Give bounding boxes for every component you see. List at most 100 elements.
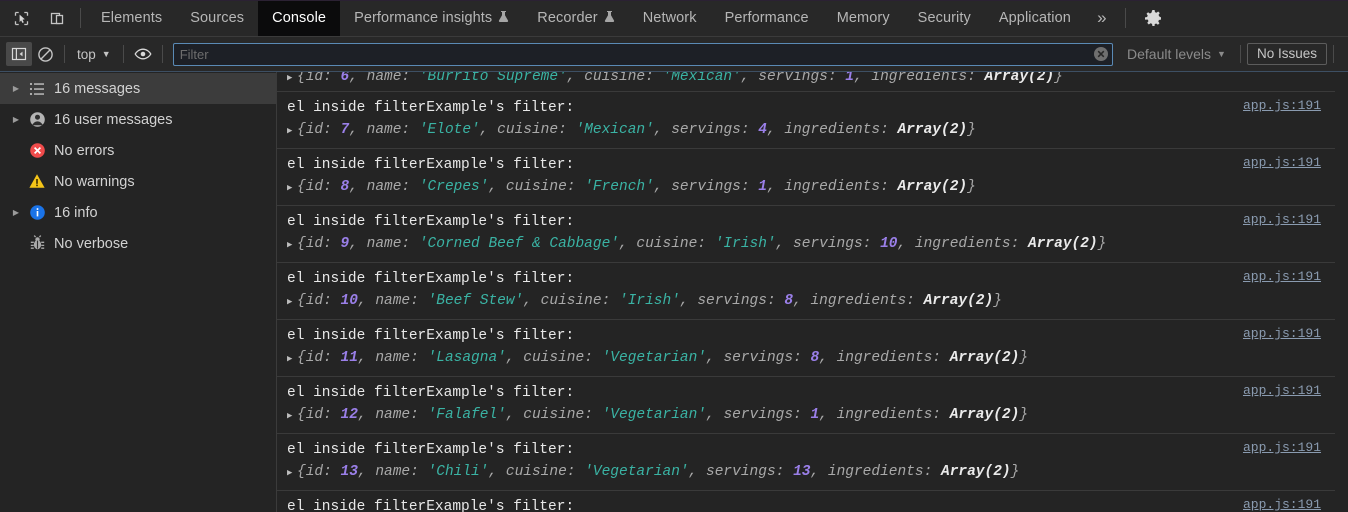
tab-performance-insights[interactable]: Performance insights	[340, 0, 523, 36]
expand-arrow-icon[interactable]: ▶	[8, 84, 24, 93]
expand-arrow-icon[interactable]: ▶	[8, 115, 24, 124]
tab-recorder[interactable]: Recorder	[523, 0, 628, 36]
value-name: 'Elote'	[418, 122, 480, 138]
sidebar-item-info[interactable]: ▶ 16 info	[0, 197, 276, 228]
key-name: name:	[366, 122, 411, 138]
console-message-text: el inside filterExample's filter:	[287, 271, 575, 287]
toolbar-divider-4	[1239, 45, 1241, 63]
object-preview[interactable]: ▶ {id: 13, name: 'Chili', cuisine: 'Veget…	[277, 461, 1335, 485]
object-preview[interactable]: ▶ {id: 7, name: 'Elote', cuisine: 'Mexica…	[277, 119, 1335, 143]
issues-button[interactable]: No Issues	[1246, 43, 1327, 65]
value-id: 6	[340, 72, 350, 85]
toggle-console-sidebar-icon[interactable]	[6, 42, 32, 66]
key-name: name:	[375, 464, 419, 480]
close-icon[interactable]	[1092, 45, 1110, 63]
tab-security[interactable]: Security	[904, 0, 985, 36]
expand-arrow-icon[interactable]: ▶	[287, 462, 297, 485]
expand-arrow-icon[interactable]: ▶	[287, 234, 297, 257]
list-icon	[24, 82, 50, 96]
object-close-brace: }	[1097, 236, 1107, 252]
object-preview[interactable]: ▶ {id: 10, name: 'Beef Stew', cuisine: 'I…	[277, 290, 1335, 314]
sidebar-item-warnings[interactable]: ▶ No warnings	[0, 166, 276, 197]
value-id: 7	[340, 122, 350, 138]
chevron-down-icon: ▼	[1217, 49, 1226, 59]
key-ingredients: ingredients:	[784, 122, 889, 138]
tabstrip-divider	[80, 8, 81, 28]
value-id: 12	[340, 407, 358, 423]
key-servings: servings:	[671, 179, 750, 195]
expand-arrow-icon[interactable]: ▶	[287, 405, 297, 428]
key-servings: servings:	[671, 122, 750, 138]
sidebar-item-messages[interactable]: ▶ 16 messages	[0, 73, 276, 104]
value-cuisine: 'French'	[584, 179, 654, 195]
more-tabs-icon[interactable]: »	[1085, 0, 1119, 36]
search-input[interactable]	[179, 46, 1092, 62]
tab-elements[interactable]: Elements	[87, 0, 176, 36]
source-link[interactable]: app.js:191	[1243, 98, 1321, 113]
console-log-row: el inside filterExample's filter: ▶ {id: 9…	[277, 206, 1335, 263]
object-close-brace: }	[1054, 72, 1063, 85]
gear-icon[interactable]	[1132, 0, 1176, 36]
expand-arrow-icon[interactable]: ▶	[287, 120, 297, 143]
clear-console-icon[interactable]	[32, 42, 58, 66]
object-preview[interactable]: ▶ {id: 6, name: 'Burrito Supreme', cuisin…	[277, 72, 1063, 90]
console-log-row: el inside filterExample's filter: ▶ {id: 8…	[277, 149, 1335, 206]
tab-label: Elements	[101, 10, 163, 26]
object-open-brace: {	[297, 464, 306, 480]
tab-performance[interactable]: Performance	[711, 0, 823, 36]
inspect-element-icon[interactable]	[8, 5, 34, 31]
tabstrip-divider-right	[1124, 8, 1126, 28]
console-scrollbar[interactable]	[1335, 72, 1348, 512]
tab-memory[interactable]: Memory	[823, 0, 904, 36]
live-expression-eye-icon[interactable]	[130, 42, 156, 66]
key-id: id:	[305, 236, 332, 252]
value-cuisine: 'Mexican'	[575, 122, 654, 138]
source-link[interactable]: app.js:191	[1243, 155, 1321, 170]
console-body: ▶ 16 messages ▶ 16 user messages No erro…	[0, 72, 1348, 512]
object-preview[interactable]: ▶ {id: 11, name: 'Lasagna', cuisine: 'Veg…	[277, 347, 1335, 371]
console-message-text: el inside filterExample's filter:	[287, 499, 575, 512]
object-preview[interactable]: ▶ {id: 8, name: 'Crepes', cuisine: 'Frenc…	[277, 176, 1335, 200]
expand-arrow-icon[interactable]: ▶	[287, 348, 297, 371]
source-link[interactable]: app.js:191	[1243, 497, 1321, 512]
value-cuisine: 'Mexican'	[662, 72, 741, 85]
object-preview[interactable]: ▶ {id: 12, name: 'Falafel', cuisine: 'Veg…	[277, 404, 1335, 428]
value-cuisine: 'Irish'	[619, 293, 680, 309]
source-link[interactable]: app.js:191	[1243, 326, 1321, 341]
expand-arrow-icon[interactable]: ▶	[8, 208, 24, 217]
sidebar-item-errors[interactable]: ▶ No errors	[0, 135, 276, 166]
expand-arrow-icon[interactable]: ▶	[287, 291, 297, 314]
source-link[interactable]: app.js:191	[1243, 212, 1321, 227]
value-id: 8	[340, 179, 350, 195]
tab-sources[interactable]: Sources	[176, 0, 258, 36]
execution-context-selector[interactable]: top ▼	[71, 43, 117, 65]
source-link[interactable]: app.js:191	[1243, 383, 1321, 398]
console-filter-box[interactable]	[172, 42, 1113, 66]
sidebar-item-label: No errors	[54, 142, 115, 159]
key-id: id:	[305, 122, 332, 138]
log-levels-selector[interactable]: Default levels ▼	[1119, 43, 1234, 65]
tab-console[interactable]: Console	[258, 0, 341, 36]
object-open-brace: {	[297, 72, 306, 85]
sidebar-item-label: No warnings	[54, 173, 135, 190]
tab-application[interactable]: Application	[985, 0, 1085, 36]
toolbar-divider-1	[64, 45, 65, 63]
value-name: 'Lasagna'	[427, 350, 506, 366]
tab-network[interactable]: Network	[629, 0, 711, 36]
value-ingredients: Array(2)	[1028, 236, 1098, 252]
object-preview[interactable]: ▶ {id: 9, name: 'Corned Beef & Cabbage', …	[277, 233, 1335, 257]
toolbar-divider-3	[161, 45, 163, 63]
expand-arrow-icon[interactable]: ▶	[287, 72, 297, 90]
sidebar-item-label: 16 info	[54, 204, 98, 221]
sidebar-item-verbose[interactable]: ▶ No verbose	[0, 228, 276, 259]
source-link[interactable]: app.js:191	[1243, 269, 1321, 284]
bug-icon	[24, 235, 50, 252]
device-toolbar-icon[interactable]	[44, 5, 70, 31]
console-log-row: el inside filterExample's filter: ▶ {id: 7…	[277, 92, 1335, 149]
console-toolbar: top ▼ Default levels ▼ No Is	[0, 37, 1348, 72]
expand-arrow-icon[interactable]: ▶	[287, 177, 297, 200]
source-link[interactable]: app.js:191	[1243, 440, 1321, 455]
sidebar-item-user-messages[interactable]: ▶ 16 user messages	[0, 104, 276, 135]
value-name: 'Corned Beef & Cabbage'	[418, 236, 619, 252]
value-cuisine: 'Vegetarian'	[601, 407, 707, 423]
